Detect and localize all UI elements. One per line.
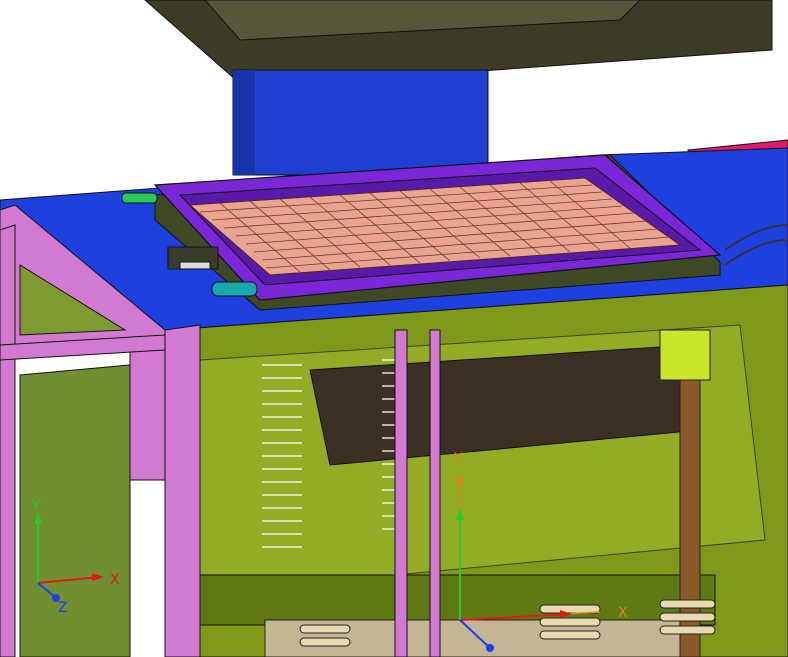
- connector-cyan[interactable]: [211, 281, 258, 297]
- triad-z-label: Z: [58, 600, 68, 616]
- triad-x-label: X: [110, 572, 120, 588]
- press-column[interactable]: [232, 69, 489, 176]
- origin-y-label: Y: [453, 451, 463, 467]
- triad-y-label: Y: [31, 498, 41, 514]
- connector-green[interactable]: [121, 192, 158, 204]
- clamp-left[interactable]: [167, 246, 219, 270]
- origin-x-label: X: [618, 605, 628, 621]
- cad-viewport[interactable]: X Y X Y Z: [0, 0, 788, 657]
